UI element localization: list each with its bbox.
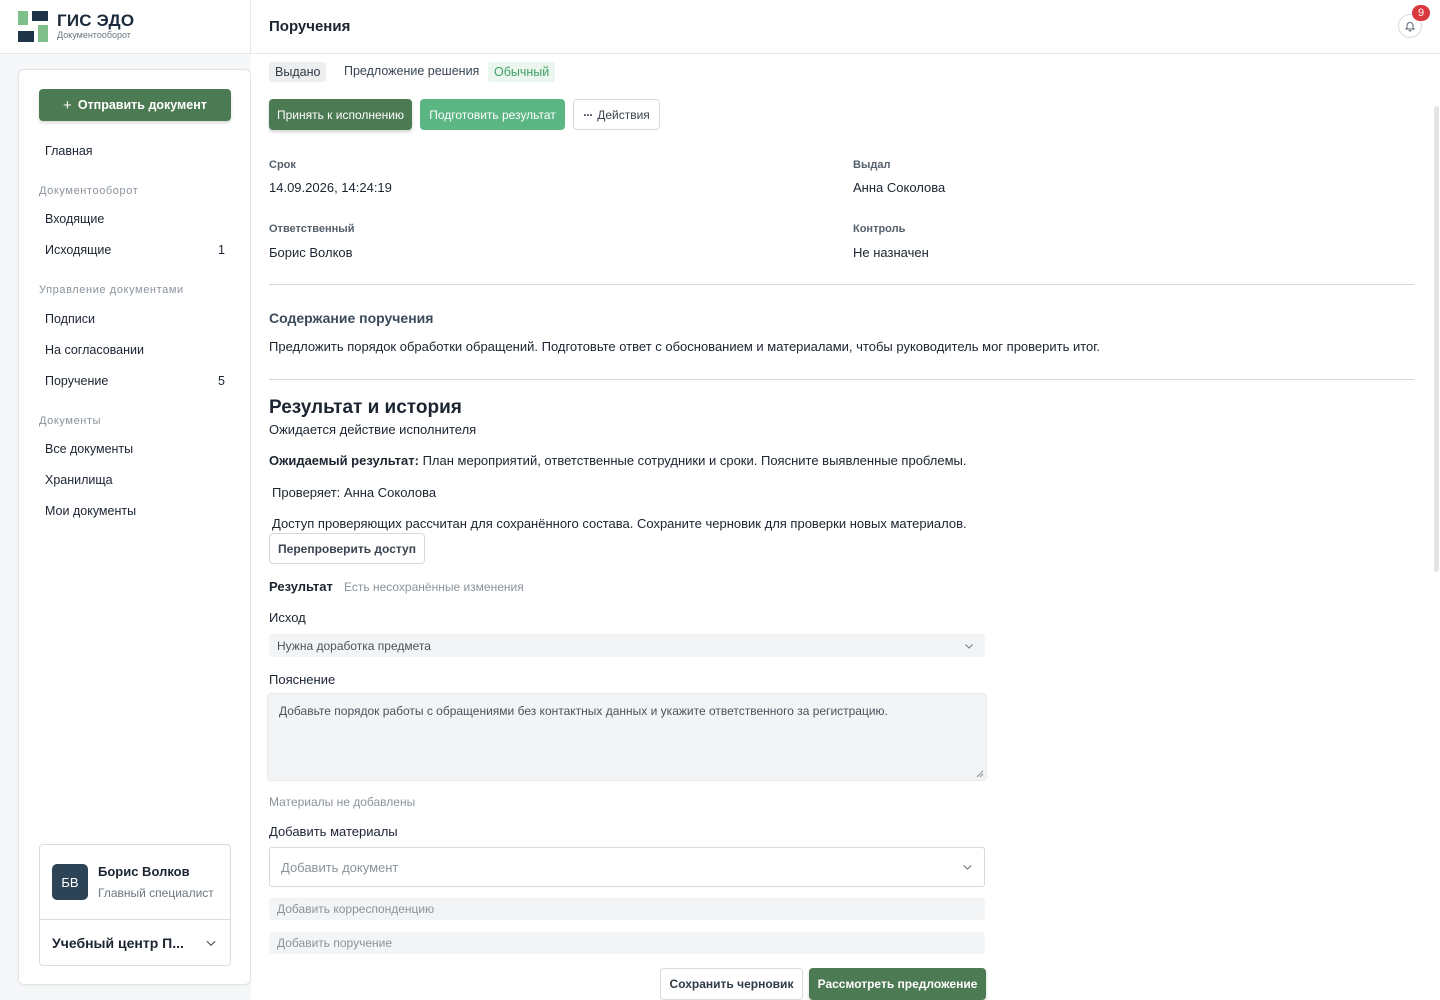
sidebar-item-tasks[interactable]: Поручение 5	[45, 374, 225, 388]
nav-group-documents: Документы	[39, 415, 102, 427]
chevron-down-icon	[963, 864, 972, 870]
main-content: Выдано Предложение решения Обычный Приня…	[251, 54, 1440, 1000]
sidebar-item-count: 1	[218, 243, 225, 257]
bell-icon	[1404, 22, 1416, 32]
sidebar-item-label: Подписи	[45, 312, 95, 326]
outcome-select[interactable]: Нужна доработка предмета	[269, 634, 985, 657]
sidebar-item-signatures[interactable]: Подписи	[45, 312, 225, 326]
sidebar-item-storage[interactable]: Хранилища	[45, 473, 225, 487]
issuer-label: Выдал	[853, 159, 891, 171]
section-divider	[269, 284, 1414, 285]
resize-handle-icon[interactable]	[976, 770, 984, 778]
brand-subtitle: Документооборот	[57, 30, 131, 40]
access-note: Доступ проверяющих рассчитан для сохранё…	[272, 516, 967, 531]
nav-group-docflow: Документооборот	[39, 185, 139, 197]
add-document-placeholder: Добавить документ	[281, 859, 399, 875]
avatar: БВ	[52, 864, 88, 900]
review-proposal-button[interactable]: Рассмотреть предложение	[809, 968, 986, 1000]
user-card-divider	[40, 919, 230, 920]
priority-badge: Обычный	[488, 62, 556, 82]
prepare-result-button[interactable]: Подготовить результат	[420, 99, 565, 130]
outcome-selected-value: Нужна доработка предмета	[277, 638, 431, 653]
sidebar-item-all-documents[interactable]: Все документы	[45, 442, 225, 456]
sidebar-item-label: Входящие	[45, 212, 105, 226]
sidebar-item-home[interactable]: Главная	[45, 144, 225, 158]
sidebar-item-count: 5	[218, 374, 225, 388]
sidebar-item-label: Мои документы	[45, 504, 137, 518]
user-card: БВ Борис Волков Главный специалист Учебн…	[39, 844, 231, 966]
result-history-title: Результат и история	[269, 397, 462, 418]
result-form-title: Результат	[269, 579, 333, 594]
task-content-text: Предложить порядок обработки обращений. …	[269, 339, 1101, 354]
task-type-label: Предложение решения	[344, 64, 480, 78]
organization-selector[interactable]: Учебный центр П...	[52, 935, 184, 951]
awaiting-status-text: Ожидается действие исполнителя	[269, 422, 477, 437]
explanation-value: Добавьте порядок работы с обращениями бе…	[279, 704, 888, 718]
nav-group-management: Управление документами	[39, 284, 184, 296]
plus-icon: +	[63, 96, 72, 114]
accept-task-button[interactable]: Принять к исполнению	[269, 99, 412, 130]
control-value: Не назначен	[853, 245, 929, 260]
expected-result-label: Ожидаемый результат:	[269, 453, 419, 468]
issuer-value: Анна Соколова	[853, 180, 946, 195]
logo-icon	[18, 11, 48, 42]
sidebar-item-label: Главная	[45, 144, 93, 158]
section-divider	[269, 379, 1414, 380]
sidebar-item-approval[interactable]: На согласовании	[45, 343, 225, 357]
reviewer-text: Проверяет: Анна Соколова	[272, 485, 437, 500]
recheck-access-button[interactable]: Перепроверить доступ	[269, 533, 425, 564]
sidebar-item-label: Все документы	[45, 442, 134, 456]
sidebar-item-label: Поручение	[45, 374, 109, 388]
outcome-label: Исход	[269, 610, 306, 625]
sidebar-item-outgoing[interactable]: Исходящие 1	[45, 243, 225, 257]
sidebar-item-incoming[interactable]: Входящие	[45, 212, 225, 226]
send-document-label: Отправить документ	[77, 98, 207, 112]
actions-menu-button[interactable]: ··· Действия	[573, 99, 660, 130]
unsaved-changes-note: Есть несохранённые изменения	[344, 580, 524, 594]
app-header: ГИС ЭДО Документооборот Поручения 9	[0, 0, 1440, 54]
responsible-value: Борис Волков	[269, 245, 353, 260]
explanation-textarea[interactable]: Добавьте порядок работы с обращениями бе…	[267, 693, 987, 781]
sidebar-item-my-documents[interactable]: Мои документы	[45, 504, 225, 518]
page-title: Поручения	[269, 18, 351, 35]
expected-result: Ожидаемый результат: План мероприятий, о…	[269, 453, 967, 468]
materials-empty-note: Материалы не добавлены	[269, 795, 416, 809]
chevron-down-icon	[965, 643, 973, 649]
sidebar: + Отправить документ Главная Документооб…	[18, 69, 251, 985]
page-scrollbar[interactable]	[1434, 106, 1439, 572]
actions-menu-label: Действия	[597, 107, 650, 122]
deadline-label: Срок	[269, 159, 296, 171]
add-document-select[interactable]: Добавить документ	[269, 847, 985, 887]
add-task-input[interactable]: Добавить поручение	[269, 932, 985, 954]
save-draft-button[interactable]: Сохранить черновик	[660, 968, 803, 1000]
add-materials-label: Добавить материалы	[269, 824, 398, 839]
status-badge: Выдано	[269, 62, 327, 82]
header-divider	[250, 0, 251, 54]
control-label: Контроль	[853, 223, 906, 235]
add-correspondence-placeholder: Добавить корреспонденцию	[277, 902, 435, 916]
task-content-title: Содержание поручения	[269, 310, 434, 326]
sidebar-item-label: Исходящие	[45, 243, 112, 257]
send-document-button[interactable]: + Отправить документ	[39, 89, 231, 121]
more-dots-icon: ···	[583, 107, 593, 122]
add-correspondence-input[interactable]: Добавить корреспонденцию	[269, 898, 985, 920]
sidebar-item-label: Хранилища	[45, 473, 113, 487]
chevron-down-icon[interactable]	[204, 936, 218, 950]
brand-title: ГИС ЭДО	[57, 11, 135, 30]
notification-count-badge: 9	[1412, 5, 1430, 21]
sidebar-item-label: На согласовании	[45, 343, 144, 357]
expected-result-text: План мероприятий, ответственные сотрудни…	[422, 453, 967, 468]
add-task-placeholder: Добавить поручение	[277, 936, 393, 950]
explanation-label: Пояснение	[269, 672, 336, 687]
user-name: Борис Волков	[98, 864, 190, 879]
user-role: Главный специалист	[98, 886, 214, 900]
deadline-value: 14.09.2026, 14:24:19	[269, 180, 392, 195]
responsible-label: Ответственный	[269, 223, 355, 235]
